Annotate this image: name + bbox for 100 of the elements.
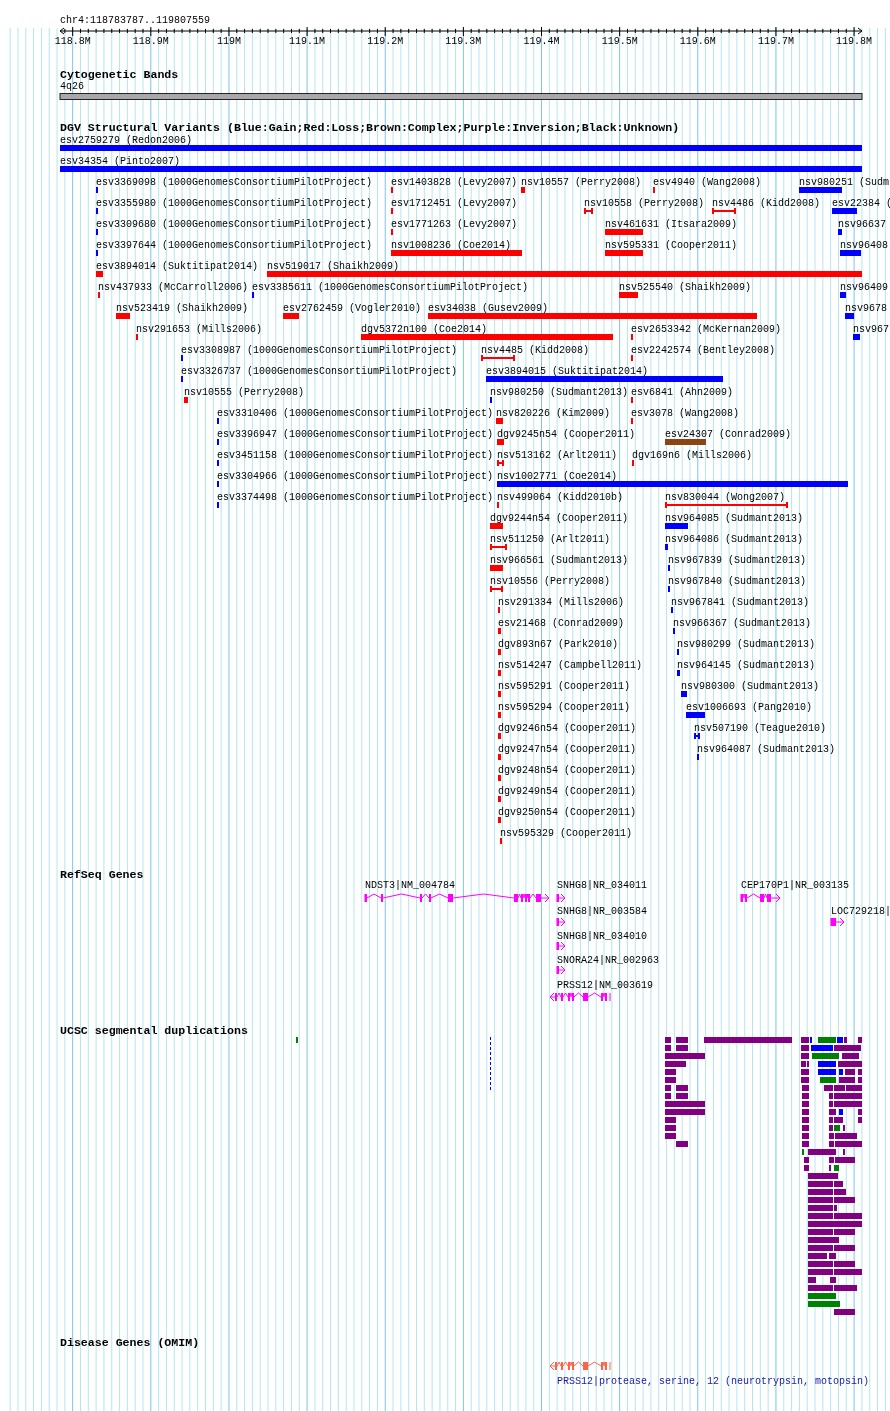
- variant-label: nsv525540 (Shaikh2009): [619, 281, 752, 293]
- ruler-tick-label: 119M: [216, 35, 241, 47]
- variant-label: esv3304966 (1000GenomesConsortiumPilotProject): [217, 470, 494, 482]
- variant-label: esv2759279 (Redon2006): [60, 134, 193, 146]
- variant-label: esv22384 (: [832, 197, 890, 209]
- variant-label: nsv519017 (Shaikh2009): [267, 260, 400, 272]
- variant-label: esv1712451 (Levy2007): [391, 197, 518, 209]
- variant-label: dgv9247n54 (Cooper2011): [498, 743, 637, 755]
- variant-label: esv3310406 (1000GenomesConsortiumPilotProject): [217, 407, 494, 419]
- variant-label: nsv461631 (Itsara2009): [605, 218, 738, 230]
- variant-label: esv6841 (Ahn2009): [631, 386, 734, 398]
- variant-label: esv3355980 (1000GenomesConsortiumPilotProject): [96, 197, 373, 209]
- variant-label: nsv4486 (Kidd2008): [712, 197, 821, 209]
- region-label: chr4:118783787..119807559: [60, 14, 211, 26]
- ruler-tick-label: 119.5M: [601, 35, 638, 47]
- variant-label: nsv437933 (McCarroll2006): [98, 281, 249, 293]
- variant-label: esv24307 (Conrad2009): [665, 428, 792, 440]
- variant-label: nsv964086 (Sudmant2013): [665, 533, 804, 545]
- variant-label: nsv499064 (Kidd2010b): [497, 491, 624, 503]
- variant-label: nsv1008236 (Coe2014): [391, 239, 512, 251]
- variant-label: esv34038 (Gusev2009): [428, 302, 549, 314]
- variant-label: nsv595329 (Cooper2011): [500, 827, 633, 839]
- variant-label: nsv10555 (Perry2008): [184, 386, 305, 398]
- variant-label: nsv830044 (Wong2007): [665, 491, 786, 503]
- variant-label: nsv4485 (Kidd2008): [481, 344, 590, 356]
- variant-label: esv1771263 (Levy2007): [391, 218, 518, 230]
- gene-label: NDST3|NM_004784: [365, 879, 455, 891]
- variant-label: nsv514247 (Campbell2011): [498, 659, 643, 671]
- gene-model: [549, 992, 611, 1002]
- ruler-tick-label: 119.2M: [367, 35, 404, 47]
- variant-label: nsv967839 (Sudmant2013): [668, 554, 807, 566]
- track-title: DGV Structural Variants (Blue:Gain;Red:Loss;Brown:Complex;Purple:Inversion;Black:Unknown): [60, 120, 680, 134]
- variant-label: nsv595294 (Cooper2011): [498, 701, 631, 713]
- variant-label: esv1403828 (Levy2007): [391, 176, 518, 188]
- variant-label: nsv967: [853, 323, 889, 335]
- ruler-tick-label: 119.1M: [289, 35, 326, 47]
- band-label: 4q26: [60, 80, 84, 92]
- variant-label: esv3078 (Wang2008): [631, 407, 740, 419]
- variant-label: dgv9248n54 (Cooper2011): [498, 764, 637, 776]
- variant-label: nsv96408: [840, 239, 888, 251]
- variant-label: esv4940 (Wang2008): [653, 176, 762, 188]
- variant-label: dgv9246n54 (Cooper2011): [498, 722, 637, 734]
- variant-label: nsv980300 (Sudmant2013): [681, 680, 820, 692]
- variant-label: dgv9245n54 (Cooper2011): [497, 428, 636, 440]
- variant-label: esv2653342 (McKernan2009): [631, 323, 782, 335]
- variant-label: nsv507190 (Teague2010): [694, 722, 827, 734]
- variant-label: esv1006693 (Pang2010): [686, 701, 813, 713]
- variant-label: nsv980299 (Sudmant2013): [677, 638, 816, 650]
- variant-label: nsv820226 (Kim2009): [496, 407, 611, 419]
- variant-label: nsv595331 (Cooper2011): [605, 239, 738, 251]
- gene-model: [556, 965, 566, 975]
- track-title: UCSC segmental duplications: [60, 1023, 248, 1037]
- variant-label: esv3309680 (1000GenomesConsortiumPilotProject): [96, 218, 373, 230]
- ruler-tick-label: 118.9M: [132, 35, 169, 47]
- variant-label: esv3396947 (1000GenomesConsortiumPilotProject): [217, 428, 494, 440]
- gene-model: [556, 917, 566, 927]
- ruler-tick-label: 119.7M: [757, 35, 794, 47]
- variant-label: esv3397644 (1000GenomesConsortiumPilotProject): [96, 239, 373, 251]
- track-title: Cytogenetic Bands: [60, 67, 179, 81]
- variant-label: nsv523419 (Shaikh2009): [116, 302, 249, 314]
- ruler-tick-label: 119.4M: [523, 35, 560, 47]
- variant-label: nsv964085 (Sudmant2013): [665, 512, 804, 524]
- variant-label: esv2762459 (Vogler2010): [283, 302, 422, 314]
- track-title: RefSeq Genes: [60, 867, 144, 881]
- variant-label: nsv966561 (Sudmant2013): [490, 554, 629, 566]
- gene-label: SNHG8|NR_034010: [557, 930, 647, 942]
- variant-label: esv34354 (Pinto2007): [60, 155, 181, 167]
- variant-label: nsv1002771 (Coe2014): [497, 470, 618, 482]
- variant-label: nsv9678: [845, 302, 887, 314]
- ruler-tick-label: 118.8M: [54, 35, 91, 47]
- track-title: Disease Genes (OMIM): [60, 1335, 200, 1349]
- variant-label: esv3326737 (1000GenomesConsortiumPilotProject): [181, 365, 458, 377]
- ruler-tick-label: 119.6M: [679, 35, 716, 47]
- ruler-tick-label: 119.3M: [445, 35, 482, 47]
- variant-label: esv3308987 (1000GenomesConsortiumPilotProject): [181, 344, 458, 356]
- gene-label: SNHG8|NR_003584: [557, 905, 647, 917]
- gene-label: CEP170P1|NR_003135: [741, 879, 850, 891]
- variant-label: dgv9250n54 (Cooper2011): [498, 806, 637, 818]
- variant-label: dgv169n6 (Mills2006): [632, 449, 753, 461]
- variant-label: nsv964145 (Sudmant2013): [677, 659, 816, 671]
- variant-label: nsv967840 (Sudmant2013): [668, 575, 807, 587]
- gene-label: LOC729218|: [831, 905, 890, 917]
- gene-model: [740, 893, 781, 903]
- variant-label: esv3374498 (1000GenomesConsortiumPilotProject): [217, 491, 494, 503]
- gene-label: SNHG8|NR_034011: [557, 879, 647, 891]
- variant-label: nsv980251 (Sudm: [799, 176, 889, 188]
- gene-model: [556, 893, 566, 903]
- variant-label: esv3385611 (1000GenomesConsortiumPilotProject): [252, 281, 529, 293]
- gene-label: PRSS12|NM_003619: [557, 979, 653, 991]
- variant-label: nsv96409: [840, 281, 888, 293]
- variant-label: nsv10556 (Perry2008): [490, 575, 611, 587]
- variant-label: dgv893n67 (Park2010): [498, 638, 619, 650]
- variant-label: nsv96637: [838, 218, 886, 230]
- ruler-tick-label: 119.8M: [836, 35, 873, 47]
- variant-label: esv21468 (Conrad2009): [498, 617, 625, 629]
- variant-label: nsv980250 (Sudmant2013): [490, 386, 629, 398]
- variant-label: nsv10558 (Perry2008): [584, 197, 705, 209]
- variant-label: nsv291653 (Mills2006): [136, 323, 263, 335]
- gene-model: [830, 917, 845, 927]
- variant-label: nsv291334 (Mills2006): [498, 596, 625, 608]
